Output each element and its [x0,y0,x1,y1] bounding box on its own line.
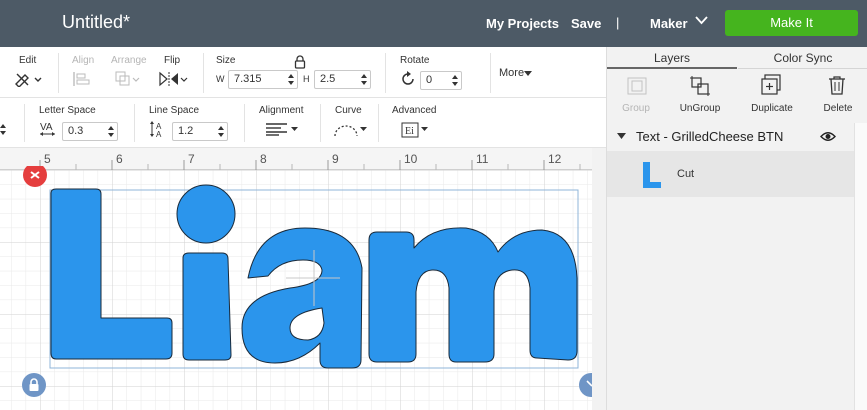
chevron-down-icon[interactable] [695,16,708,25]
partial-stepper-icon[interactable] [0,123,6,136]
ruler-tick-label: 12 [548,152,562,166]
toolbar-divider [58,53,59,93]
save-link[interactable]: Save [571,16,601,31]
ruler-tick-label: 8 [260,152,267,166]
height-stepper-icon[interactable] [361,73,367,86]
machine-selector[interactable]: Maker [650,16,688,31]
rotate-label: Rotate [400,55,430,66]
duplicate-icon[interactable] [761,74,783,96]
ruler-tick-label: 11 [476,152,489,166]
rotate-input[interactable]: 0 [420,71,462,90]
layer-group-title: Text - GrilledCheese BTN [636,129,784,144]
toolbar-divider [134,104,135,142]
ruler-tick-label: 10 [404,152,418,166]
design-canvas[interactable]: 5 6 7 8 9 10 11 12 [0,148,592,410]
size-label: Size [216,55,236,66]
line-space-input[interactable]: 1.2 [172,122,228,141]
align-icon[interactable] [72,71,96,87]
arrange-label: Arrange [111,55,147,66]
width-input[interactable]: 7.315 [228,70,298,89]
height-input[interactable]: 2.5 [314,70,371,89]
document-title[interactable]: Untitled* [62,12,130,33]
tab-layers[interactable]: Layers [607,47,737,69]
toolbar-divider [244,104,245,142]
rotate-stepper-icon[interactable] [452,74,458,87]
toolbar-divider [320,104,321,142]
line-space-icon: A A [150,121,162,138]
duplicate-label: Duplicate [751,103,793,114]
svg-text:A: A [156,130,162,138]
delete-label: Delete [823,103,853,114]
curve-text-icon[interactable] [333,122,367,138]
header-separator: | [616,15,620,30]
align-label: Align [72,55,95,66]
ungroup-label: UnGroup [679,103,721,114]
curve-label: Curve [335,105,362,116]
letter-space-label: Letter Space [39,105,96,116]
group-label: Group [622,103,650,114]
layer-item-cut[interactable]: Cut [607,151,854,197]
trash-icon[interactable] [828,75,846,95]
toolbar-divider [490,53,491,93]
toolbar-divider [203,53,204,93]
layer-operation-label: Cut [677,168,695,180]
delete-handle-icon[interactable] [22,166,48,188]
toolbar-divider [24,104,25,142]
alignment-label: Alignment [259,105,304,116]
ruler-tick-label: 9 [332,152,339,166]
ruler-tick-label: 6 [116,152,123,166]
rotate-icon[interactable] [400,71,416,87]
group-icon[interactable] [626,76,648,96]
width-stepper-icon[interactable] [288,73,294,86]
letter-space-value: 0.3 [68,125,84,137]
toolbar-divider [385,53,386,93]
top-bar: Untitled* My Projects Save | Maker Make … [0,0,867,47]
layer-group-header[interactable]: Text - GrilledCheese BTN [607,123,854,151]
lock-proportions-handle-icon[interactable] [21,372,47,398]
edit-toolbar: Edit Align Arrange Flip Size W 7.315 H 2… [0,47,606,98]
rotate-value: 0 [426,74,433,86]
width-value: 7.315 [234,73,262,85]
letter-space-stepper-icon[interactable] [108,125,114,138]
canvas-vertical-scrollbar[interactable] [592,148,606,410]
letter-space-input[interactable]: 0.3 [62,122,118,141]
advanced-text-icon[interactable]: Ei [401,122,429,138]
make-it-button[interactable]: Make It [725,10,858,36]
tab-color-sync[interactable]: Color Sync [738,47,867,69]
ungroup-icon[interactable] [689,75,711,97]
edit-label: Edit [19,55,37,66]
text-toolbar: Letter Space VA 0.3 Line Space A A 1.2 A… [0,98,606,148]
ruler-tick-label: 7 [188,152,195,166]
height-letter: H [303,74,310,84]
width-letter: W [216,74,225,84]
ruler-tick-label: 5 [44,152,51,166]
layers-panel: Layers Color Sync Group UnGroup Duplicat… [606,47,867,410]
more-menu[interactable]: More [499,67,524,79]
collapse-caret-icon[interactable] [617,133,626,140]
svg-text:VA: VA [40,122,53,133]
text-align-left-icon[interactable] [265,122,299,136]
layer-thumbnail-icon [643,162,661,188]
more-caret-icon[interactable] [524,71,532,77]
flip-label: Flip [164,55,181,66]
panel-scrollbar[interactable] [854,123,867,410]
arrange-icon[interactable] [114,70,140,88]
my-projects-link[interactable]: My Projects [486,16,559,31]
flip-icon[interactable] [158,71,188,87]
canvas-grid [0,148,592,410]
height-value: 2.5 [320,73,336,85]
lock-icon[interactable] [294,55,306,69]
svg-text:Ei: Ei [405,126,414,137]
letter-space-icon: VA [40,122,55,136]
edit-tools-icon[interactable] [14,71,42,87]
line-space-value: 1.2 [178,125,194,137]
visibility-eye-icon[interactable] [820,131,836,142]
resize-handle-icon[interactable] [578,372,592,398]
toolbar-divider [378,104,379,142]
line-space-stepper-icon[interactable] [218,125,224,138]
advanced-label: Advanced [392,105,437,116]
line-space-label: Line Space [149,105,200,116]
